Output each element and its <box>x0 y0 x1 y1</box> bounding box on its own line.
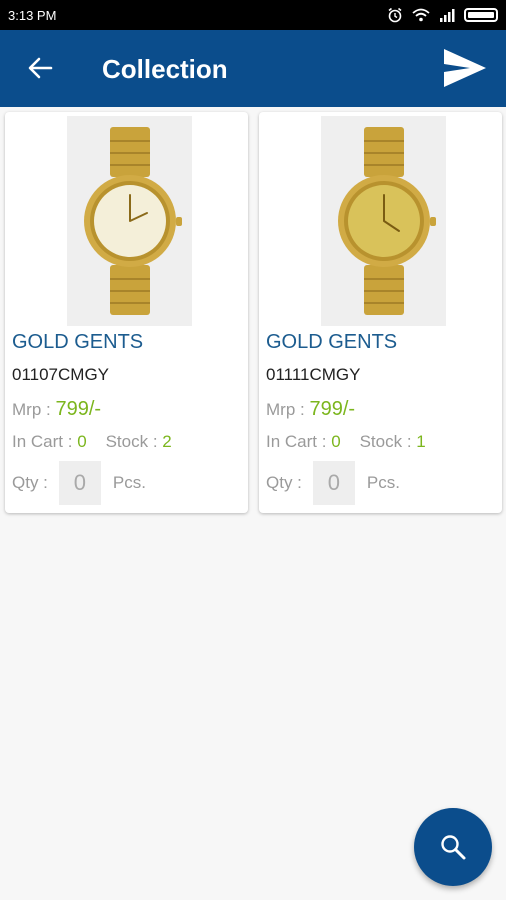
stock-value: 2 <box>162 432 172 451</box>
product-code: 01107CMGY <box>12 365 110 384</box>
mrp-label: Mrp : <box>12 400 51 419</box>
product-image <box>67 116 192 326</box>
cart-stock-row: In Cart : 0 Stock : 2 <box>12 431 172 453</box>
in-cart-value: 0 <box>331 432 341 451</box>
product-image <box>321 116 446 326</box>
mrp-label: Mrp : <box>266 400 305 419</box>
qty-label: Qty : <box>12 473 48 492</box>
product-code: 01111CMGY <box>266 365 361 384</box>
send-icon <box>444 49 486 87</box>
qty-input[interactable]: 0 <box>312 461 355 505</box>
stock-label: Stock : <box>105 432 158 451</box>
in-cart-label: In Cart : <box>266 432 327 451</box>
alarm-icon <box>388 7 402 23</box>
watch-image <box>337 127 436 315</box>
back-button[interactable] <box>20 50 60 86</box>
in-cart-value: 0 <box>77 432 87 451</box>
qty-input[interactable]: 0 <box>58 461 101 505</box>
qty-label: Qty : <box>266 473 302 492</box>
status-icons <box>387 7 498 23</box>
in-cart-label: In Cart : <box>12 432 73 451</box>
qty-row: Qty : 0 Pcs. <box>12 460 146 506</box>
signal-icon <box>440 9 455 22</box>
page-title: Collection <box>102 54 228 84</box>
search-button[interactable] <box>414 808 492 886</box>
search-icon <box>441 835 466 860</box>
arrow-left-icon <box>28 57 53 79</box>
stock-value: 1 <box>416 432 426 451</box>
stock-label: Stock : <box>359 432 412 451</box>
mrp-row: Mrp : 799/- <box>266 398 355 421</box>
product-card[interactable]: GOLD GENTS 01111CMGY Mrp : 799/- In Cart… <box>259 112 502 513</box>
watch-image <box>83 127 182 315</box>
wifi-icon <box>412 8 430 22</box>
pcs-label: Pcs. <box>112 473 146 492</box>
qty-row: Qty : 0 Pcs. <box>266 460 400 506</box>
send-button[interactable] <box>440 44 490 92</box>
cart-stock-row: In Cart : 0 Stock : 1 <box>266 431 426 453</box>
app-bar: Collection <box>0 30 506 107</box>
product-name: GOLD GENTS <box>12 331 144 353</box>
mrp-value: 799/- <box>55 398 102 420</box>
status-time: 3:13 PM <box>8 7 57 23</box>
status-bar: 3:13 PM <box>0 0 506 30</box>
mrp-value: 799/- <box>309 398 356 420</box>
mrp-row: Mrp : 799/- <box>12 398 101 421</box>
pcs-label: Pcs. <box>366 473 400 492</box>
battery-icon <box>464 8 498 22</box>
product-card[interactable]: GOLD GENTS 01107CMGY Mrp : 799/- In Cart… <box>5 112 248 513</box>
product-name: GOLD GENTS <box>266 331 398 353</box>
